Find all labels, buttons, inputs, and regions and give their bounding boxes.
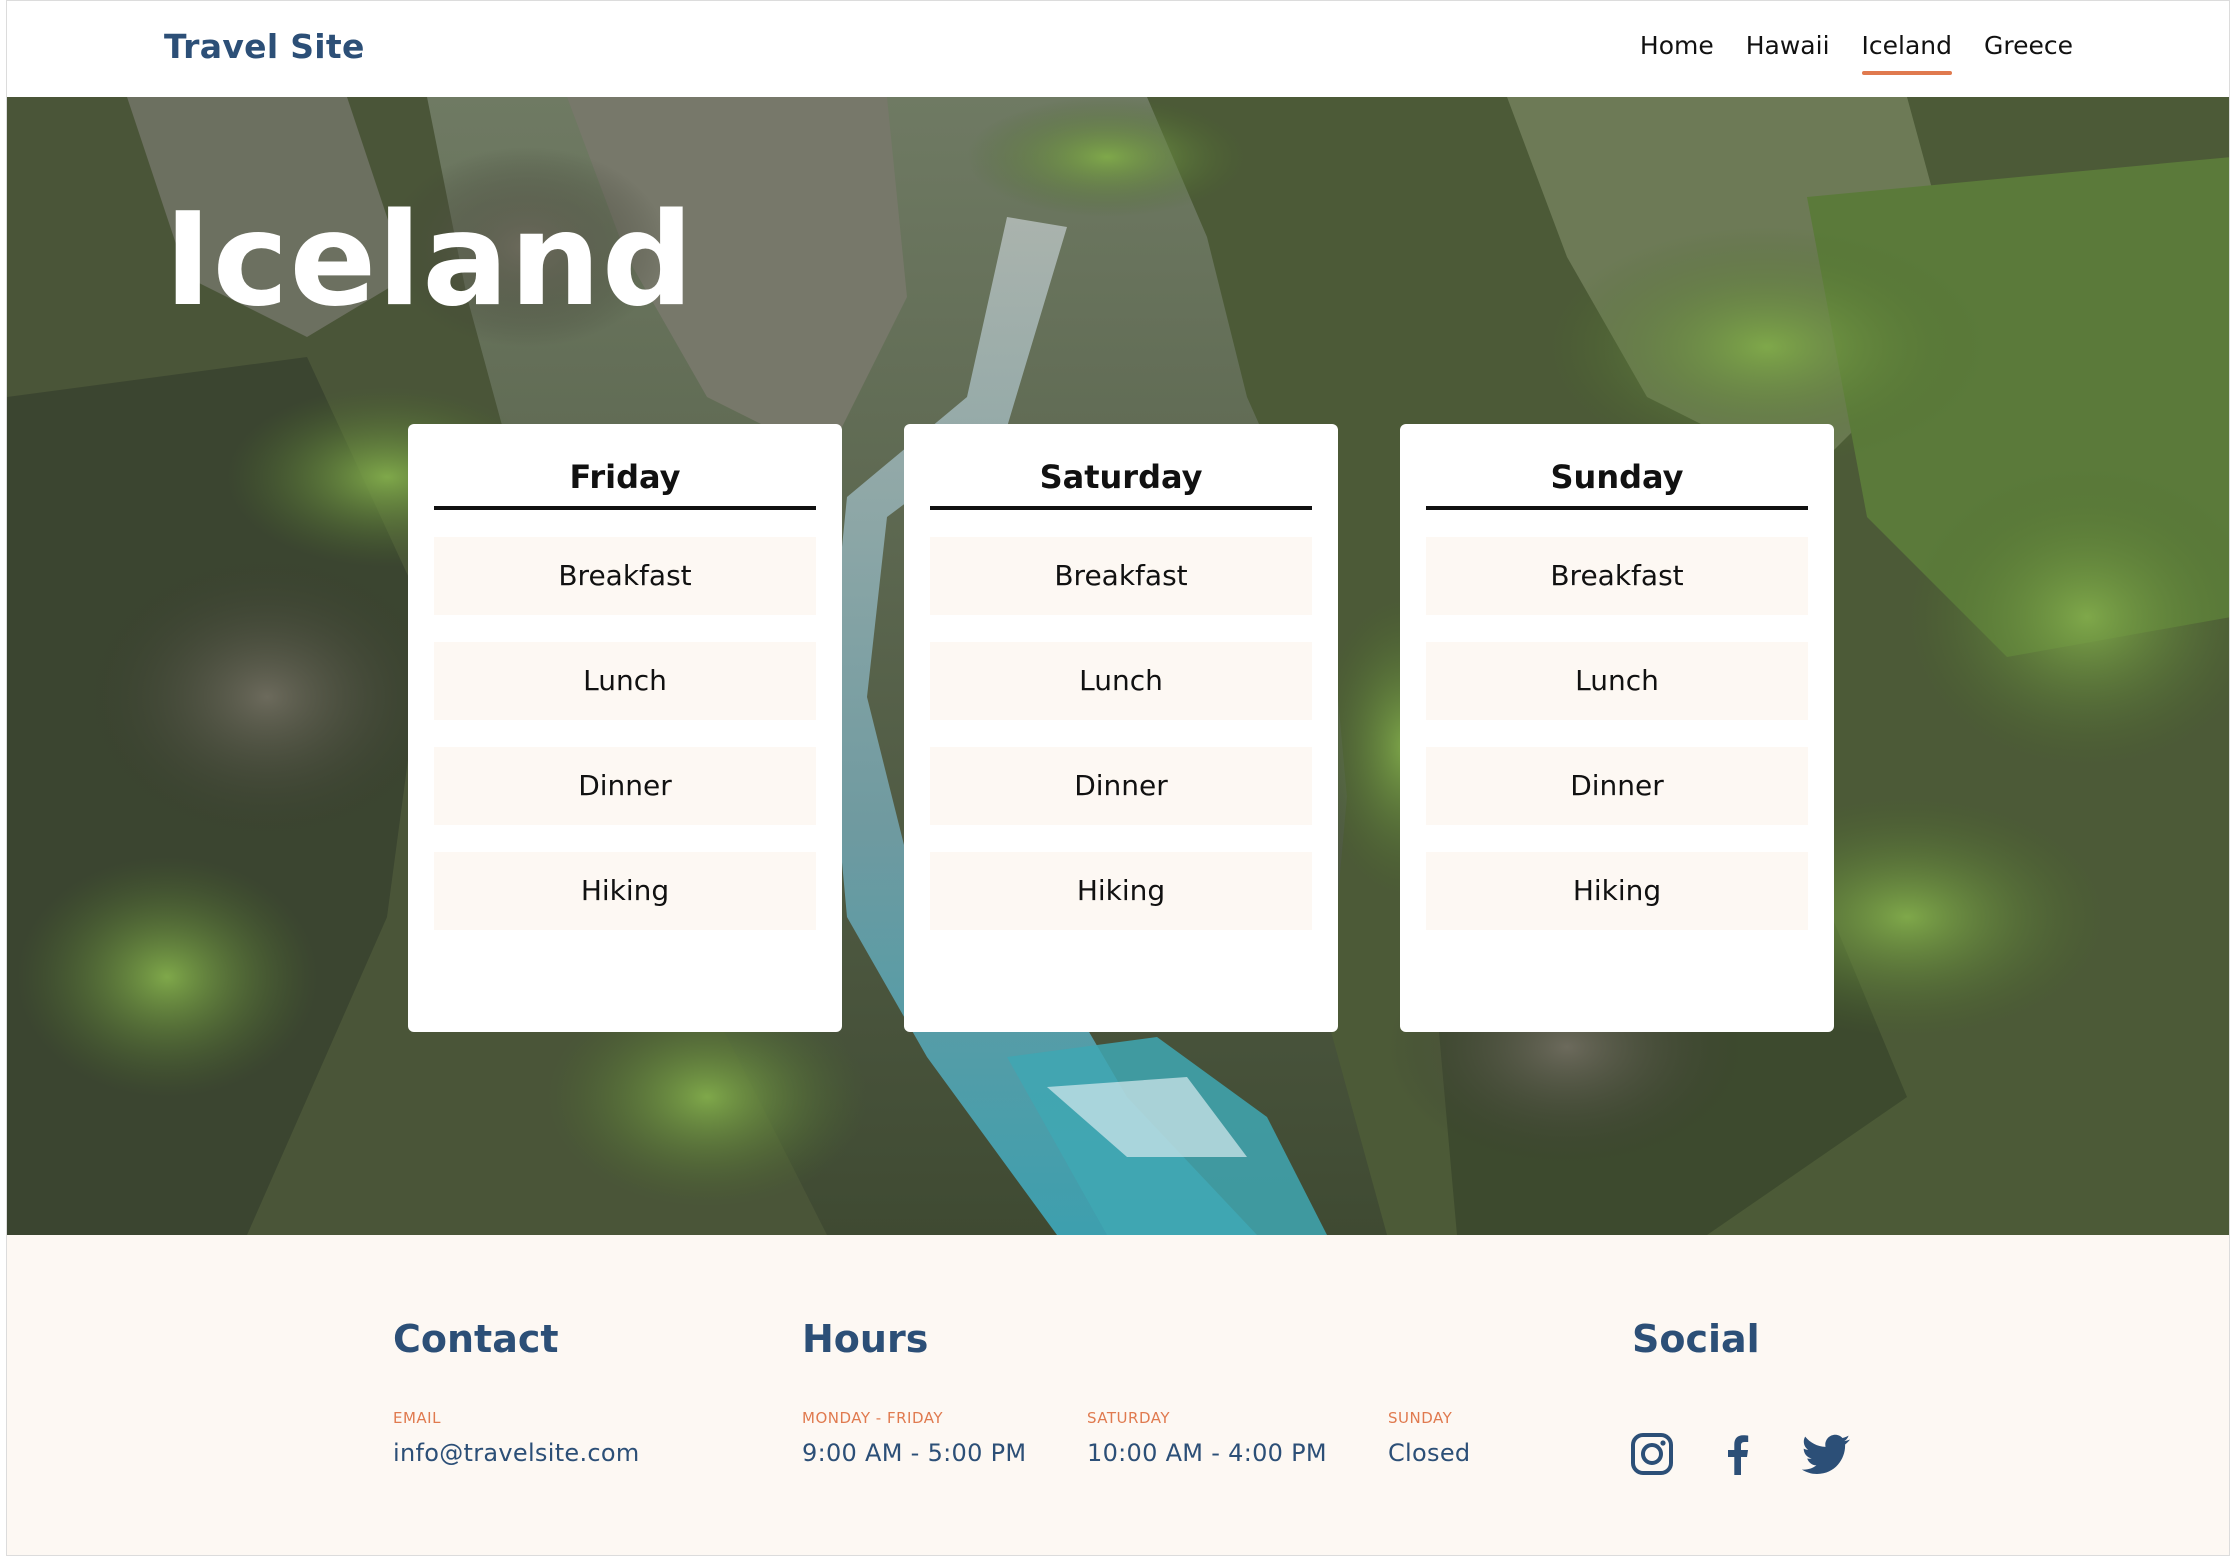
- browser-viewport: Travel Site Home Hawaii Iceland Greece I…: [6, 0, 2230, 1556]
- activity-item[interactable]: Hiking: [930, 852, 1312, 930]
- day-card-friday: Friday Breakfast Lunch Dinner Hiking: [408, 424, 842, 1032]
- activity-item[interactable]: Hiking: [434, 852, 816, 930]
- activity-item[interactable]: Lunch: [434, 642, 816, 720]
- activity-item[interactable]: Hiking: [1426, 852, 1808, 930]
- contact-heading: Contact: [393, 1317, 559, 1361]
- activity-item[interactable]: Lunch: [1426, 642, 1808, 720]
- activity-item[interactable]: Lunch: [930, 642, 1312, 720]
- page-title: Iceland: [164, 186, 695, 335]
- sunday-hours-value: Closed: [1388, 1439, 1471, 1467]
- brand-logo-link[interactable]: Travel Site: [164, 27, 365, 66]
- nav-home[interactable]: Home: [1640, 31, 1714, 72]
- hero-section: Iceland Friday Breakfast Lunch Dinner Hi…: [7, 97, 2229, 1235]
- activity-item[interactable]: Dinner: [434, 747, 816, 825]
- facebook-icon[interactable]: [1715, 1431, 1761, 1477]
- day-title: Friday: [434, 448, 816, 510]
- day-card-sunday: Sunday Breakfast Lunch Dinner Hiking: [1400, 424, 1834, 1032]
- saturday-hours-label: SATURDAY: [1087, 1409, 1171, 1427]
- nav-greece[interactable]: Greece: [1984, 31, 2073, 72]
- sunday-hours-label: SUNDAY: [1388, 1409, 1453, 1427]
- instagram-icon[interactable]: [1629, 1431, 1675, 1477]
- site-header: Travel Site Home Hawaii Iceland Greece: [7, 0, 2229, 97]
- activity-item[interactable]: Breakfast: [1426, 537, 1808, 615]
- main-nav: Home Hawaii Iceland Greece: [1608, 31, 2073, 75]
- social-heading: Social: [1632, 1317, 1760, 1361]
- activity-item[interactable]: Dinner: [930, 747, 1312, 825]
- activity-item[interactable]: Breakfast: [930, 537, 1312, 615]
- email-link[interactable]: info@travelsite.com: [393, 1439, 640, 1467]
- saturday-hours-value: 10:00 AM - 4:00 PM: [1087, 1439, 1327, 1467]
- activity-item[interactable]: Dinner: [1426, 747, 1808, 825]
- weekday-hours-label: MONDAY - FRIDAY: [802, 1409, 943, 1427]
- site-footer: Contact EMAIL info@travelsite.com Hours …: [7, 1235, 2229, 1555]
- twitter-icon[interactable]: [1800, 1431, 1852, 1477]
- hours-heading: Hours: [802, 1317, 929, 1361]
- nav-hawaii[interactable]: Hawaii: [1746, 31, 1830, 72]
- email-label: EMAIL: [393, 1409, 441, 1427]
- day-title: Sunday: [1426, 448, 1808, 510]
- day-title: Saturday: [930, 448, 1312, 510]
- activity-item[interactable]: Breakfast: [434, 537, 816, 615]
- day-card-saturday: Saturday Breakfast Lunch Dinner Hiking: [904, 424, 1338, 1032]
- weekday-hours-value: 9:00 AM - 5:00 PM: [802, 1439, 1027, 1467]
- nav-iceland[interactable]: Iceland: [1861, 31, 1953, 75]
- itinerary-cards: Friday Breakfast Lunch Dinner Hiking Sat…: [408, 424, 1834, 1032]
- page: Travel Site Home Hawaii Iceland Greece I…: [0, 0, 2236, 1562]
